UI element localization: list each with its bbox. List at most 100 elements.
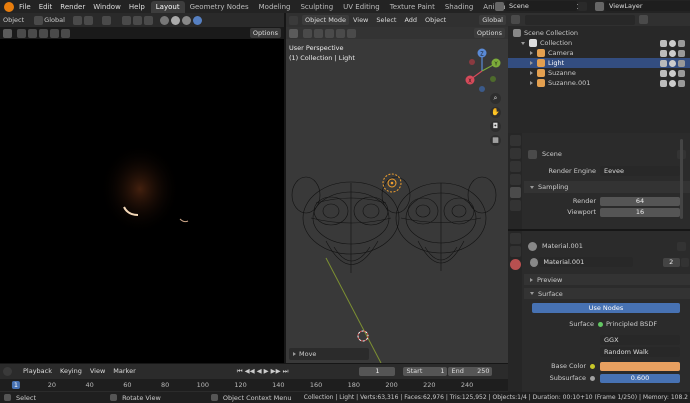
camera-view-icon[interactable]: ◘: [490, 121, 501, 132]
filter-icon[interactable]: [639, 15, 648, 24]
gizmo-toggle-icon[interactable]: [132, 15, 142, 25]
pan-hand-icon[interactable]: ✋: [490, 107, 501, 118]
material-name-field[interactable]: Material.001: [539, 257, 633, 267]
camera-render-icon[interactable]: [678, 79, 685, 87]
surface-shader-value[interactable]: Principled BSDF: [606, 320, 657, 328]
overlay-toggle-icon[interactable]: [143, 15, 153, 25]
copy-scene-icon[interactable]: [578, 1, 587, 11]
eye-icon[interactable]: [669, 69, 676, 77]
last-operator-panel[interactable]: Move: [289, 348, 369, 360]
expand-arrow-icon[interactable]: [530, 81, 533, 85]
select-subtract-icon[interactable]: [39, 28, 48, 38]
left-orientation-label[interactable]: Global: [44, 16, 65, 24]
render-tab-icon[interactable]: [509, 148, 521, 159]
surface-panel-header[interactable]: Surface: [524, 288, 690, 299]
expand-arrow-icon[interactable]: [530, 61, 533, 65]
select-extend-icon[interactable]: [28, 28, 37, 38]
expand-icon[interactable]: [530, 277, 533, 282]
eye-icon[interactable]: [669, 79, 676, 87]
outliner-row[interactable]: Camera: [508, 48, 690, 58]
select-invert-icon[interactable]: [50, 28, 59, 38]
tab-layout[interactable]: Layout: [150, 0, 185, 13]
timeline-menu-keying[interactable]: Keying: [56, 367, 86, 375]
eye-icon[interactable]: [669, 39, 676, 47]
left-options-button[interactable]: Options: [249, 28, 281, 38]
timeline-menu-marker[interactable]: Marker: [109, 367, 139, 375]
pin-icon[interactable]: [677, 241, 686, 251]
scene-collection-row[interactable]: Scene Collection: [508, 28, 690, 38]
scene-selector[interactable]: Scene: [494, 1, 588, 11]
viewport-samples-field[interactable]: 16: [600, 207, 680, 217]
world-tab-icon[interactable]: [509, 200, 521, 211]
snap-icon[interactable]: [72, 15, 82, 25]
panel-expand-icon[interactable]: [293, 352, 296, 356]
material-users-count[interactable]: 2: [662, 257, 680, 267]
subsurface-field[interactable]: 0.600: [600, 373, 680, 383]
checkbox-icon[interactable]: [660, 69, 667, 77]
blender-logo-icon[interactable]: [4, 1, 14, 12]
shading-solid-icon[interactable]: [170, 15, 180, 25]
tab-sculpting[interactable]: Sculpting: [295, 1, 338, 13]
render-engine-dropdown[interactable]: Eevee: [600, 166, 680, 176]
ortho-toggle-icon[interactable]: ▦: [490, 135, 501, 146]
tab-texture-paint[interactable]: Texture Paint: [385, 1, 440, 13]
menu-file[interactable]: File: [15, 3, 35, 11]
visibility-icon[interactable]: [121, 15, 131, 25]
timeline-editor-icon[interactable]: [3, 366, 12, 376]
timeline-ruler[interactable]: 1 20 40 60 80 100 120 140 160 180 200 220 240: [0, 379, 508, 391]
timeline-menu-view[interactable]: View: [86, 367, 109, 375]
shading-material-icon[interactable]: [181, 15, 191, 25]
timeline-menu-playback[interactable]: Playback: [19, 367, 56, 375]
zoom-icon[interactable]: ⌕: [490, 93, 501, 104]
view-layer-tab-icon[interactable]: [509, 174, 521, 185]
left-mode-label[interactable]: Object: [0, 16, 24, 24]
preview-panel-header[interactable]: Preview: [524, 274, 690, 285]
viewlayer-selector[interactable]: ViewLayer: [594, 1, 690, 11]
camera-render-icon[interactable]: [678, 69, 685, 77]
menu-help[interactable]: Help: [125, 3, 149, 11]
next-keyframe-icon[interactable]: ▶▶: [271, 367, 281, 375]
tab-modeling[interactable]: Modeling: [254, 1, 296, 13]
shading-wireframe-icon[interactable]: [159, 15, 169, 25]
start-frame-field[interactable]: Start 1: [403, 366, 448, 376]
proportional-edit-icon[interactable]: [101, 15, 111, 25]
distribution-dropdown[interactable]: GGX: [600, 335, 680, 345]
outliner-row[interactable]: Suzanne.001: [508, 78, 690, 88]
render-samples-field[interactable]: 64: [600, 196, 680, 206]
camera-render-icon[interactable]: [678, 39, 685, 47]
scene-tab-icon[interactable]: [509, 187, 521, 198]
navigation-gizmo[interactable]: Z Y X: [465, 48, 501, 93]
checkbox-icon[interactable]: [660, 39, 667, 47]
shading-rendered-icon[interactable]: [192, 15, 202, 25]
outliner-row[interactable]: Light: [508, 58, 690, 68]
select-intersect-icon[interactable]: [61, 28, 70, 38]
outliner-row[interactable]: Suzanne: [508, 68, 690, 78]
expand-arrow-icon[interactable]: [530, 51, 533, 55]
tab-uv-editing[interactable]: UV Editing: [338, 1, 385, 13]
browse-material-icon[interactable]: [530, 257, 539, 267]
outliner-editor-icon[interactable]: [511, 15, 520, 24]
base-color-swatch[interactable]: [600, 361, 680, 371]
tool-tab-icon[interactable]: [509, 135, 521, 146]
right-viewport[interactable]: Object Mode View Select Add Object Global O…: [286, 13, 508, 363]
select-tool-icon[interactable]: [3, 28, 12, 38]
physics-tab-icon[interactable]: [509, 246, 521, 257]
expand-arrow-icon[interactable]: [521, 41, 525, 45]
menu-edit[interactable]: Edit: [35, 3, 57, 11]
current-frame-field[interactable]: 1: [359, 366, 396, 376]
viewlayer-name-field[interactable]: ViewLayer: [605, 1, 690, 11]
sampling-panel-header[interactable]: Sampling: [524, 181, 690, 193]
use-nodes-button[interactable]: Use Nodes: [532, 303, 680, 313]
play-reverse-icon[interactable]: ◀: [257, 367, 262, 375]
material-tab-icon[interactable]: [509, 259, 521, 270]
collapse-icon[interactable]: [530, 292, 534, 295]
expand-arrow-icon[interactable]: [530, 71, 533, 75]
prev-keyframe-icon[interactable]: ◀◀: [245, 367, 255, 375]
outliner-row[interactable]: Collection: [508, 38, 690, 48]
eye-icon[interactable]: [669, 59, 676, 67]
menu-render[interactable]: Render: [56, 3, 89, 11]
camera-render-icon[interactable]: [678, 59, 685, 67]
output-tab-icon[interactable]: [509, 161, 521, 172]
jump-end-icon[interactable]: ⏭: [283, 367, 289, 376]
select-box-icon[interactable]: [17, 28, 26, 38]
